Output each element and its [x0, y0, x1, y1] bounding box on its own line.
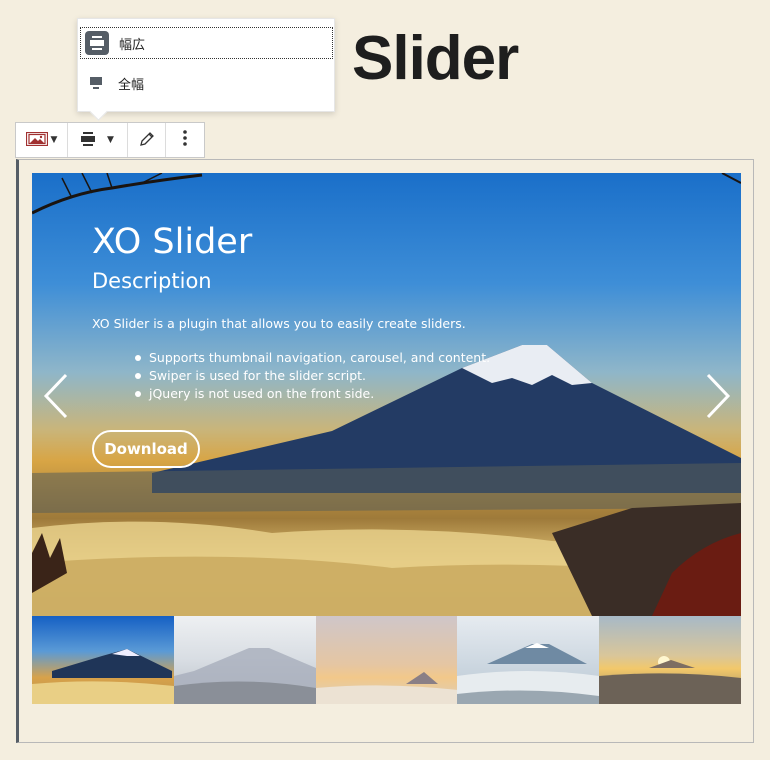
- thumbnail-navigation: [32, 616, 741, 704]
- thumbnail-4[interactable]: [457, 616, 600, 704]
- menu-item-label: 全幅: [118, 77, 145, 93]
- slide-feature-list: Supports thumbnail navigation, carousel,…: [92, 349, 490, 403]
- chevron-down-icon: ▼: [50, 135, 58, 145]
- full-width-icon: [84, 71, 108, 95]
- edit-pencil-icon: [139, 131, 154, 150]
- chevron-down-icon: ▼: [107, 135, 114, 145]
- menu-item-label: 幅広: [119, 37, 146, 53]
- more-options-icon: [183, 130, 187, 150]
- edit-button[interactable]: [128, 123, 166, 157]
- wide-width-icon: [85, 31, 109, 55]
- thumbnail-1[interactable]: [32, 616, 174, 704]
- chevron-left-icon: [43, 373, 68, 419]
- list-item: Swiper is used for the slider script.: [134, 367, 490, 385]
- list-item: jQuery is not used on the front side.: [134, 385, 490, 403]
- block-type-button[interactable]: ▼: [16, 123, 68, 157]
- slide-description: XO Slider is a plugin that allows you to…: [92, 316, 466, 332]
- thumbnail-2[interactable]: [173, 616, 316, 704]
- align-wide-icon: [81, 131, 96, 150]
- slider-prev-button[interactable]: [42, 371, 72, 421]
- thumbnail-3[interactable]: [315, 616, 458, 704]
- thumbnail-5[interactable]: [599, 616, 741, 704]
- page-title: Slider: [352, 24, 519, 93]
- slide-subtitle: Description: [92, 269, 212, 293]
- slide-caption: XO Slider Description XO Slider is a plu…: [92, 221, 490, 403]
- download-button[interactable]: Download: [92, 430, 200, 468]
- block-toolbar: ▼ ▼: [15, 122, 205, 158]
- menu-item-wide-width[interactable]: 幅広: [80, 27, 333, 59]
- more-options-button[interactable]: [166, 123, 204, 157]
- alignment-dropdown: 幅広 全幅: [77, 18, 335, 112]
- slider-main-slide[interactable]: XO Slider Description XO Slider is a plu…: [32, 173, 741, 616]
- slider-block-icon: [25, 131, 48, 150]
- slider-next-button[interactable]: [702, 371, 732, 421]
- alignment-button[interactable]: ▼: [68, 123, 128, 157]
- slide-title: XO Slider: [92, 222, 253, 262]
- menu-item-full-width[interactable]: 全幅: [80, 67, 333, 99]
- list-item: Supports thumbnail navigation, carousel,…: [134, 350, 491, 366]
- chevron-right-icon: [706, 373, 731, 419]
